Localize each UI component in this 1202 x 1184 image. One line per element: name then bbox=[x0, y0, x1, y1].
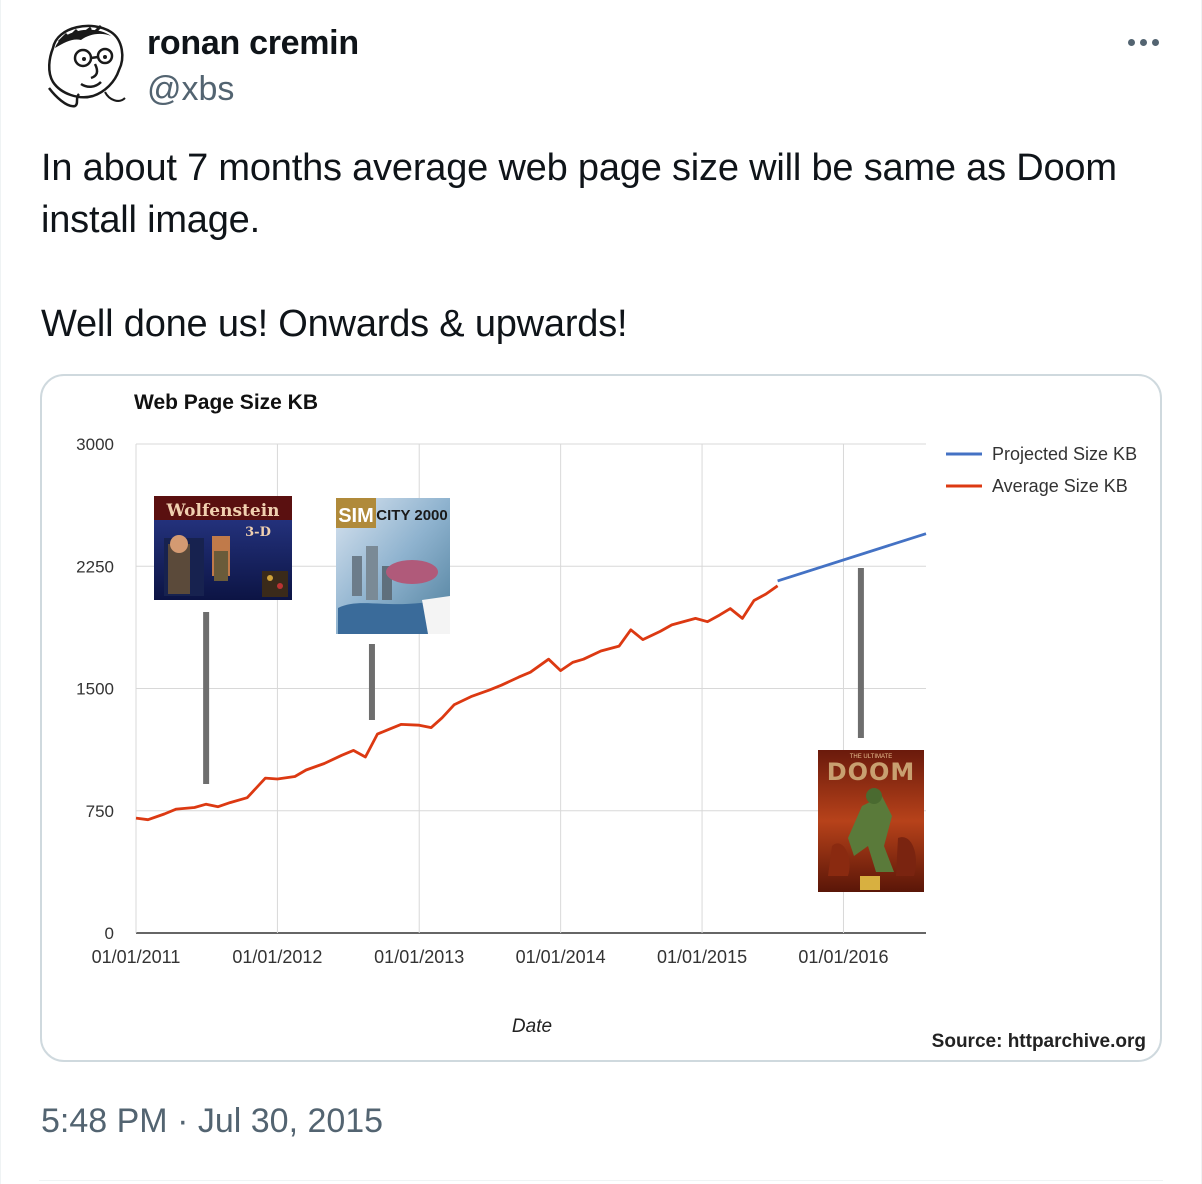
tweet-text-line: In about 7 months average web page size … bbox=[41, 147, 1117, 189]
divider bbox=[39, 1180, 1163, 1181]
simcity-cover-image: SIM CITY 2000 bbox=[336, 498, 450, 634]
y-axis: 0 750 1500 2250 3000 bbox=[76, 435, 114, 943]
tweet-text: In about 7 months average web page size … bbox=[41, 142, 1161, 350]
author-name[interactable]: ronan cremin bbox=[147, 24, 359, 63]
legend-label: Average Size KB bbox=[992, 476, 1128, 496]
x-tick-label: 01/01/2013 bbox=[374, 947, 464, 967]
series-line bbox=[777, 532, 927, 583]
x-tick-label: 01/01/2016 bbox=[798, 947, 888, 967]
simcity-cover-subtitle: CITY 2000 bbox=[376, 507, 447, 524]
tweet-text-line: install image. bbox=[41, 199, 260, 241]
chart-legend: Projected Size KB Average Size KB bbox=[946, 444, 1137, 496]
simcity-cover-title: SIM bbox=[338, 505, 374, 527]
series-line bbox=[135, 584, 779, 822]
y-tick-label: 3000 bbox=[76, 435, 114, 454]
wolfenstein-cover-title: Wolfenstein bbox=[165, 501, 279, 521]
x-tick-label: 01/01/2012 bbox=[232, 947, 322, 967]
x-axis: 01/01/2011 01/01/2012 01/01/2013 01/01/2014… bbox=[92, 947, 889, 967]
y-tick-label: 1500 bbox=[76, 680, 114, 699]
x-tick-label: 01/01/2011 bbox=[92, 947, 181, 967]
author-handle[interactable]: @xbs bbox=[147, 70, 234, 109]
doom-cover-image: THE ULTIMATE DOOM bbox=[818, 750, 924, 892]
doom-cover-title: DOOM bbox=[827, 758, 916, 786]
chart-image[interactable]: Web Page Size KB 0 750 1500 2250 3000 01/01/… bbox=[40, 374, 1162, 1062]
x-tick-label: 01/01/2015 bbox=[657, 947, 747, 967]
wolfenstein-cover-image: Wolfenstein 3-D bbox=[154, 496, 292, 600]
legend-label: Projected Size KB bbox=[992, 444, 1137, 464]
wolfenstein-cover-subtitle: 3-D bbox=[245, 525, 271, 540]
chart-title: Web Page Size KB bbox=[134, 391, 318, 414]
more-dots-icon[interactable] bbox=[1119, 22, 1167, 62]
x-tick-label: 01/01/2014 bbox=[516, 947, 606, 967]
tweet-timestamp[interactable]: 5:48 PM · Jul 30, 2015 bbox=[41, 1102, 383, 1141]
sketch-face-avatar-icon[interactable] bbox=[39, 18, 131, 110]
y-tick-label: 2250 bbox=[76, 557, 114, 576]
tweet-text-line: Well done us! Onwards & upwards! bbox=[41, 303, 628, 345]
y-tick-label: 750 bbox=[86, 802, 114, 821]
web-page-size-chart: Web Page Size KB 0 750 1500 2250 3000 01/01/… bbox=[76, 391, 1146, 1052]
tweet-card: ronan cremin @xbs In about 7 months aver… bbox=[0, 0, 1202, 1184]
x-axis-label: Date bbox=[512, 1016, 552, 1037]
chart-source[interactable]: Source: httparchive.org bbox=[932, 1031, 1146, 1052]
annotation-connectors bbox=[203, 568, 864, 784]
y-tick-label: 0 bbox=[105, 924, 114, 943]
